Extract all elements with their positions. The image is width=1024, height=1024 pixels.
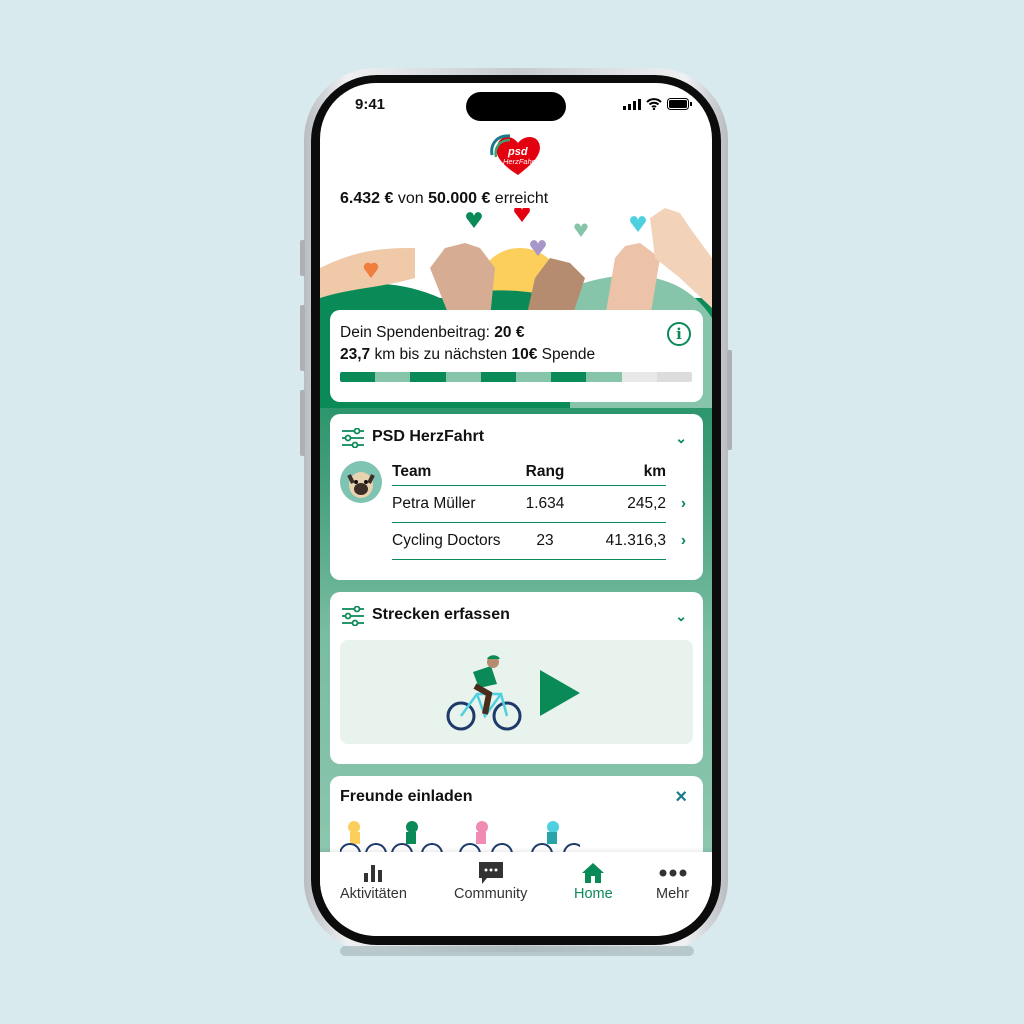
side-button xyxy=(727,350,732,450)
row-name: Cycling Doctors xyxy=(392,532,501,549)
track-video[interactable] xyxy=(340,640,693,744)
nav-aktivitaeten[interactable]: Aktivitäten xyxy=(340,860,407,902)
psd-herzfahrt-logo: psd HerzFahrt xyxy=(490,134,540,175)
close-icon[interactable]: × xyxy=(675,786,687,809)
side-button xyxy=(300,305,305,371)
chat-icon xyxy=(478,862,503,884)
nav-label: Home xyxy=(574,886,613,902)
track-card: Strecken erfassen ⌄ xyxy=(330,592,703,764)
side-button xyxy=(300,240,305,276)
dynamic-island xyxy=(466,92,566,121)
row-name: Petra Müller xyxy=(392,495,476,512)
chevron-down-icon[interactable]: ⌄ xyxy=(675,430,687,447)
bar-chart-icon xyxy=(364,865,383,882)
track-title: Strecken erfassen xyxy=(372,606,510,623)
status-icons xyxy=(623,98,692,110)
col-rank: Rang xyxy=(525,462,565,480)
nav-label: Aktivitäten xyxy=(340,886,407,902)
signal-icon xyxy=(623,99,641,110)
ranking-table: Team Rang km Petra Müller 1.634 245,2 › Cycli… xyxy=(392,458,692,560)
nav-label: Mehr xyxy=(656,886,690,902)
more-icon xyxy=(659,869,687,877)
chevron-right-icon[interactable]: › xyxy=(681,532,686,550)
table-row[interactable]: Petra Müller 1.634 245,2 › xyxy=(392,486,686,523)
avatar[interactable] xyxy=(340,461,382,503)
nav-community[interactable]: Community xyxy=(454,860,527,902)
nav-home[interactable]: Home xyxy=(574,860,613,902)
invite-title: Freunde einladen xyxy=(340,788,473,805)
event-title: PSD HerzFahrt xyxy=(372,428,485,445)
table-row[interactable]: Cycling Doctors 23 41.316,3 › xyxy=(392,523,686,560)
battery-icon xyxy=(667,98,692,110)
bottom-nav: Aktivitäten Community Home Mehr xyxy=(320,852,712,936)
status-time: 9:41 xyxy=(355,96,386,113)
nav-label: Community xyxy=(454,886,528,902)
donation-progress-bar xyxy=(340,372,692,382)
nav-mehr[interactable]: Mehr xyxy=(656,860,689,902)
donation-card: Dein Spendenbeitrag: 20 € 23,7 km bis zu… xyxy=(330,310,703,402)
row-rank: 23 xyxy=(536,532,554,549)
col-km: km xyxy=(643,462,666,480)
event-card: PSD HerzFahrt ⌄ Team Rang km Petra Müller 1… xyxy=(330,414,703,580)
cyclist-illustration xyxy=(446,655,522,731)
col-team: Team xyxy=(392,462,432,480)
row-km: 245,2 xyxy=(627,495,666,512)
svg-text:HerzFahrt: HerzFahrt xyxy=(503,157,537,166)
info-icon[interactable]: i xyxy=(667,322,691,346)
app-screen: 9:41 psd HerzFahrt 6.432 € von 50.000 € … xyxy=(320,83,712,936)
phone-shadow xyxy=(340,946,694,956)
donation-amount: Dein Spendenbeitrag: 20 € xyxy=(340,324,525,341)
next-donation-distance: 23,7 km bis zu nächsten 10€ Spende xyxy=(340,346,596,363)
chevron-right-icon[interactable]: › xyxy=(681,495,686,513)
filter-icon[interactable] xyxy=(342,428,364,448)
home-icon xyxy=(582,863,605,883)
wifi-icon xyxy=(646,98,662,110)
goal-progress-text: 6.432 € von 50.000 € erreicht xyxy=(340,190,549,207)
chevron-down-icon[interactable]: ⌄ xyxy=(675,608,687,625)
row-rank: 1.634 xyxy=(525,495,565,512)
play-icon[interactable] xyxy=(540,670,580,716)
row-km: 41.316,3 xyxy=(605,532,666,549)
cyclists-illustration xyxy=(340,821,580,854)
filter-icon[interactable] xyxy=(342,606,364,626)
table-header: Team Rang km xyxy=(392,458,666,486)
side-button xyxy=(300,390,305,456)
